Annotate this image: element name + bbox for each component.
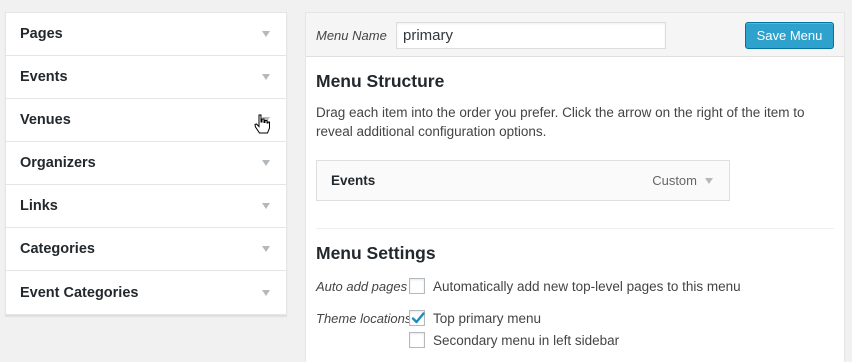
section-divider [316, 228, 834, 229]
accordion-venues[interactable]: Venues [6, 99, 286, 142]
expand-arrow-icon[interactable] [262, 246, 270, 252]
menu-header-bar: Menu Name Save Menu [306, 13, 844, 57]
accordion-label: Venues [20, 112, 71, 128]
pointer-hand-icon [254, 114, 270, 134]
accordion-links[interactable]: Links [6, 185, 286, 228]
accordion-label: Pages [20, 26, 63, 42]
expand-arrow-icon[interactable] [262, 289, 270, 296]
accordion-events[interactable]: Events [6, 56, 286, 99]
expand-arrow-icon[interactable] [262, 160, 270, 166]
expand-arrow-icon[interactable] [262, 74, 270, 80]
location-row-top-primary: Top primary menu [409, 310, 541, 326]
auto-add-checkbox[interactable] [409, 278, 425, 294]
secondary-text: Secondary menu in left sidebar [433, 332, 620, 348]
accordion-event-categories[interactable]: Event Categories [6, 271, 286, 314]
accordion-categories[interactable]: Categories [6, 228, 286, 271]
expand-arrow-icon[interactable] [262, 203, 270, 209]
menu-settings-title: Menu Settings [316, 243, 436, 263]
accordion-label: Event Categories [20, 284, 139, 301]
accordion-label: Links [20, 198, 58, 214]
menu-item-title: Events [331, 173, 376, 188]
auto-add-row: Automatically add new top-level pages to… [409, 278, 741, 294]
menu-item[interactable]: Events Custom [316, 160, 730, 201]
menu-name-label: Menu Name [316, 28, 387, 43]
menu-name-input[interactable] [396, 22, 666, 49]
auto-add-pages-label: Auto add pages [316, 279, 408, 294]
accordion-organizers[interactable]: Organizers [6, 142, 286, 185]
auto-add-text: Automatically add new top-level pages to… [433, 278, 741, 294]
location-row-secondary: Secondary menu in left sidebar [409, 332, 619, 348]
theme-locations-label: Theme locations [316, 311, 412, 326]
menu-item-type: Custom [652, 173, 697, 188]
menu-item-expand-icon[interactable] [705, 177, 713, 184]
menu-structure-description: Drag each item into the order you prefer… [316, 105, 805, 139]
top-primary-text: Top primary menu [433, 310, 542, 326]
checkmark-icon [411, 312, 425, 324]
menu-structure-title: Menu Structure [316, 71, 445, 91]
expand-arrow-icon[interactable] [262, 31, 270, 37]
menu-management-panel: Menu Name Save Menu Menu Structure Drag … [305, 12, 845, 362]
accordion-pages[interactable]: Pages [6, 13, 286, 56]
secondary-checkbox[interactable] [409, 332, 425, 348]
add-menu-items-panel: Pages Events Venues Organizers Links Cat… [5, 12, 287, 315]
save-menu-button[interactable]: Save Menu [745, 22, 834, 49]
accordion-label: Categories [20, 241, 95, 257]
accordion-label: Events [20, 69, 68, 85]
accordion-label: Organizers [20, 155, 96, 171]
top-primary-checkbox[interactable] [409, 310, 425, 326]
